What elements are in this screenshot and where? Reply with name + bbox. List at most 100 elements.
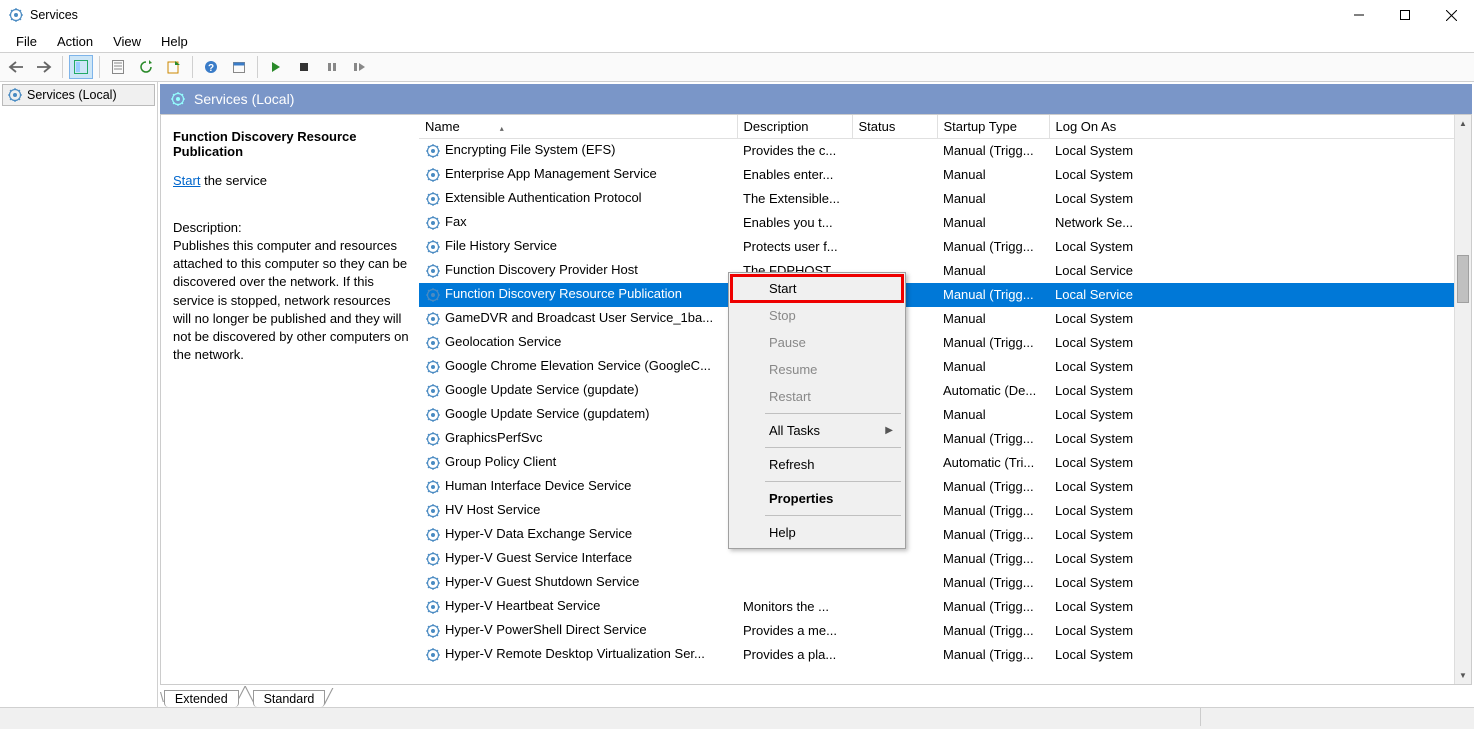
table-row[interactable]: HV Host Service Manual (Trigg...Local Sys… xyxy=(419,499,1471,523)
tab-extended[interactable]: Extended xyxy=(164,690,239,707)
table-row[interactable]: File History ServiceProtects user f...Ma… xyxy=(419,235,1471,259)
cell-name: HV Host Service xyxy=(419,499,737,523)
play-button[interactable] xyxy=(264,55,288,79)
content-pane: Services (Local) Function Discovery Reso… xyxy=(158,82,1474,707)
context-menu-refresh[interactable]: Refresh xyxy=(731,451,903,478)
table-row[interactable]: Hyper-V Data Exchange ServiceManual (Tri… xyxy=(419,523,1471,547)
cell-name: Hyper-V Remote Desktop Virtualization Se… xyxy=(419,643,737,667)
window-title: Services xyxy=(30,8,78,22)
gear-icon xyxy=(425,599,441,615)
table-row[interactable]: Extensible Authentication ProtocolThe Ex… xyxy=(419,187,1471,211)
col-name[interactable]: Name▴ xyxy=(419,115,737,139)
menu-file[interactable]: File xyxy=(6,32,47,51)
col-description[interactable]: Description xyxy=(737,115,852,139)
table-row[interactable]: Google Update Service (gupdate)Automatic… xyxy=(419,379,1471,403)
cell-logon: Local Service xyxy=(1049,283,1471,307)
cell-status xyxy=(852,187,937,211)
gear-icon xyxy=(425,143,441,159)
info-panel: Function Discovery Resource Publication … xyxy=(161,115,419,684)
cell-description: Monitors the ... xyxy=(737,595,852,619)
table-row[interactable]: Group Policy ClientgAutomatic (Tri...Loc… xyxy=(419,451,1471,475)
cell-description: Protects user f... xyxy=(737,235,852,259)
content-header: Services (Local) xyxy=(160,84,1472,114)
table-row[interactable]: GameDVR and Broadcast User Service_1ba..… xyxy=(419,307,1471,331)
start-link[interactable]: Start xyxy=(173,173,200,188)
forward-button[interactable] xyxy=(32,55,56,79)
table-row[interactable]: Hyper-V Guest Service Interface Manual (T… xyxy=(419,547,1471,571)
scroll-up-arrow[interactable]: ▲ xyxy=(1455,115,1471,132)
table-row[interactable]: Enterprise App Management ServiceEnables… xyxy=(419,163,1471,187)
gear-icon xyxy=(425,647,441,663)
export-button[interactable] xyxy=(162,55,186,79)
cell-name: File History Service xyxy=(419,235,737,259)
table-header: Name▴ Description Status Startup Type Lo… xyxy=(419,115,1471,139)
tab-standard[interactable]: Standard xyxy=(253,690,326,707)
table-row[interactable]: Hyper-V Remote Desktop Virtualization Se… xyxy=(419,643,1471,667)
cell-status xyxy=(852,163,937,187)
cell-logon: Local System xyxy=(1049,571,1471,595)
show-tree-button[interactable] xyxy=(69,55,93,79)
cell-name: Function Discovery Resource Publication xyxy=(419,283,737,307)
cell-name: Hyper-V Guest Service Interface xyxy=(419,547,737,571)
pause-button[interactable] xyxy=(320,55,344,79)
content-body: Function Discovery Resource Publication … xyxy=(160,114,1472,685)
minimize-button[interactable] xyxy=(1336,0,1382,30)
table-row[interactable]: GraphicsPerfSvcManual (Trigg...Local Sys… xyxy=(419,427,1471,451)
back-button[interactable] xyxy=(4,55,28,79)
cell-name: Hyper-V Data Exchange Service xyxy=(419,523,737,547)
col-startup[interactable]: Startup Type xyxy=(937,115,1049,139)
cell-status xyxy=(852,619,937,643)
tree-item-services-local[interactable]: Services (Local) xyxy=(2,84,155,106)
menu-help[interactable]: Help xyxy=(151,32,198,51)
gear-icon xyxy=(425,431,441,447)
cell-startup: Manual xyxy=(937,211,1049,235)
table-row[interactable]: FaxEnables you t...ManualNetwork Se... xyxy=(419,211,1471,235)
context-menu-start[interactable]: Start xyxy=(731,275,903,302)
context-menu-all-tasks[interactable]: All Tasks▶ xyxy=(731,417,903,444)
cell-logon: Local System xyxy=(1049,499,1471,523)
gear-icon xyxy=(425,575,441,591)
cell-description: Provides a me... xyxy=(737,619,852,643)
table-row[interactable]: Encrypting File System (EFS)Provides the… xyxy=(419,139,1471,163)
cell-startup: Manual (Trigg... xyxy=(937,547,1049,571)
cell-logon: Local System xyxy=(1049,619,1471,643)
vertical-scrollbar[interactable]: ▲ ▼ xyxy=(1454,115,1471,684)
stop-button[interactable] xyxy=(292,55,316,79)
cell-logon: Local System xyxy=(1049,451,1471,475)
menu-view[interactable]: View xyxy=(103,32,151,51)
cell-startup: Manual (Trigg... xyxy=(937,499,1049,523)
context-menu-help[interactable]: Help xyxy=(731,519,903,546)
table-row[interactable]: Function Discovery Provider HostThe FDPH… xyxy=(419,259,1471,283)
table-row[interactable]: Hyper-V Guest Shutdown ServiceManual (Tr… xyxy=(419,571,1471,595)
new-window-button[interactable] xyxy=(227,55,251,79)
table-row[interactable]: Function Discovery Resource PublicationP… xyxy=(419,283,1471,307)
scroll-thumb[interactable] xyxy=(1457,255,1469,303)
context-menu-stop: Stop xyxy=(731,302,903,329)
properties-button[interactable] xyxy=(106,55,130,79)
table-row[interactable]: Google Chrome Elevation Service (GoogleC… xyxy=(419,355,1471,379)
tree-pane: Services (Local) xyxy=(0,82,158,707)
gear-icon xyxy=(425,455,441,471)
table-row[interactable]: Hyper-V PowerShell Direct ServiceProvide… xyxy=(419,619,1471,643)
col-status[interactable]: Status xyxy=(852,115,937,139)
sort-asc-icon: ▴ xyxy=(500,124,504,133)
cell-startup: Manual xyxy=(937,355,1049,379)
context-menu-properties[interactable]: Properties xyxy=(731,485,903,512)
help-button[interactable]: ? xyxy=(199,55,223,79)
col-logon[interactable]: Log On As xyxy=(1049,115,1471,139)
table-row[interactable]: Hyper-V Heartbeat ServiceMonitors the ..… xyxy=(419,595,1471,619)
table-row[interactable]: Google Update Service (gupdatem)ManualLo… xyxy=(419,403,1471,427)
close-button[interactable] xyxy=(1428,0,1474,30)
refresh-button[interactable] xyxy=(134,55,158,79)
restart-button[interactable] xyxy=(348,55,372,79)
start-suffix: the service xyxy=(200,173,266,188)
cell-startup: Manual (Trigg... xyxy=(937,283,1049,307)
cell-startup: Manual xyxy=(937,163,1049,187)
menu-action[interactable]: Action xyxy=(47,32,103,51)
scroll-down-arrow[interactable]: ▼ xyxy=(1455,667,1471,684)
cell-description: Provides a pla... xyxy=(737,643,852,667)
table-row[interactable]: Geolocation ServicegManual (Trigg...Loca… xyxy=(419,331,1471,355)
maximize-button[interactable] xyxy=(1382,0,1428,30)
cell-logon: Local Service xyxy=(1049,259,1471,283)
table-row[interactable]: Human Interface Device ServiceManual (Tr… xyxy=(419,475,1471,499)
